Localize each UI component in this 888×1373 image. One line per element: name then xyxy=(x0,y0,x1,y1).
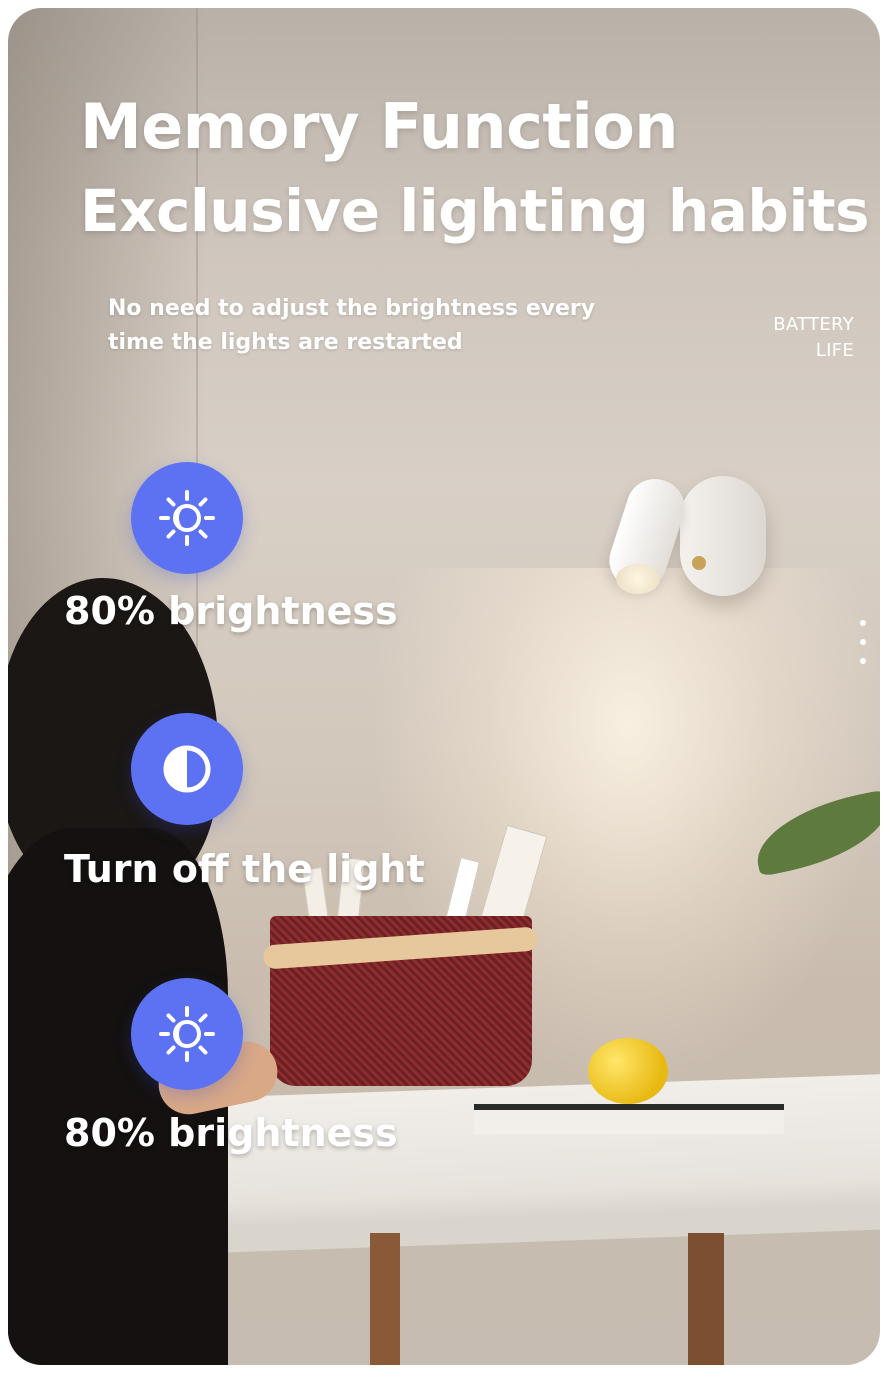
desk-leg xyxy=(370,1233,400,1365)
dot-icon xyxy=(860,658,866,664)
more-options-button[interactable] xyxy=(854,620,872,664)
dot-icon xyxy=(860,620,866,626)
brightness-badge xyxy=(131,462,243,574)
battery-life-label: BATTERY LIFE xyxy=(773,312,854,364)
light-off-badge xyxy=(131,713,243,825)
product-image-card: Memory Function Exclusive lighting habit… xyxy=(8,8,880,1365)
step-label: Turn off the light xyxy=(64,847,425,891)
dot-icon xyxy=(860,639,866,645)
brightness-badge xyxy=(131,978,243,1090)
wall-lamp-switch xyxy=(692,556,706,570)
battery-life-label-line2: LIFE xyxy=(815,340,854,361)
battery-life-label-line1: BATTERY xyxy=(773,314,854,335)
lemon xyxy=(588,1038,668,1104)
desk-leg xyxy=(688,1233,724,1365)
brightness-icon xyxy=(159,490,215,546)
step-label: 80% brightness xyxy=(64,1111,398,1155)
brightness-icon xyxy=(159,1006,215,1062)
contrast-half-circle-icon xyxy=(163,745,211,793)
step-label: 80% brightness xyxy=(64,589,398,633)
wall-lamp-head xyxy=(616,564,660,594)
subtitle: No need to adjust the brightness every t… xyxy=(108,296,596,355)
wall-lamp-base xyxy=(680,476,766,596)
headline-line-1: Memory Function xyxy=(80,90,678,163)
notebook xyxy=(474,1104,784,1134)
headline-line-2: Exclusive lighting habits xyxy=(80,177,870,245)
